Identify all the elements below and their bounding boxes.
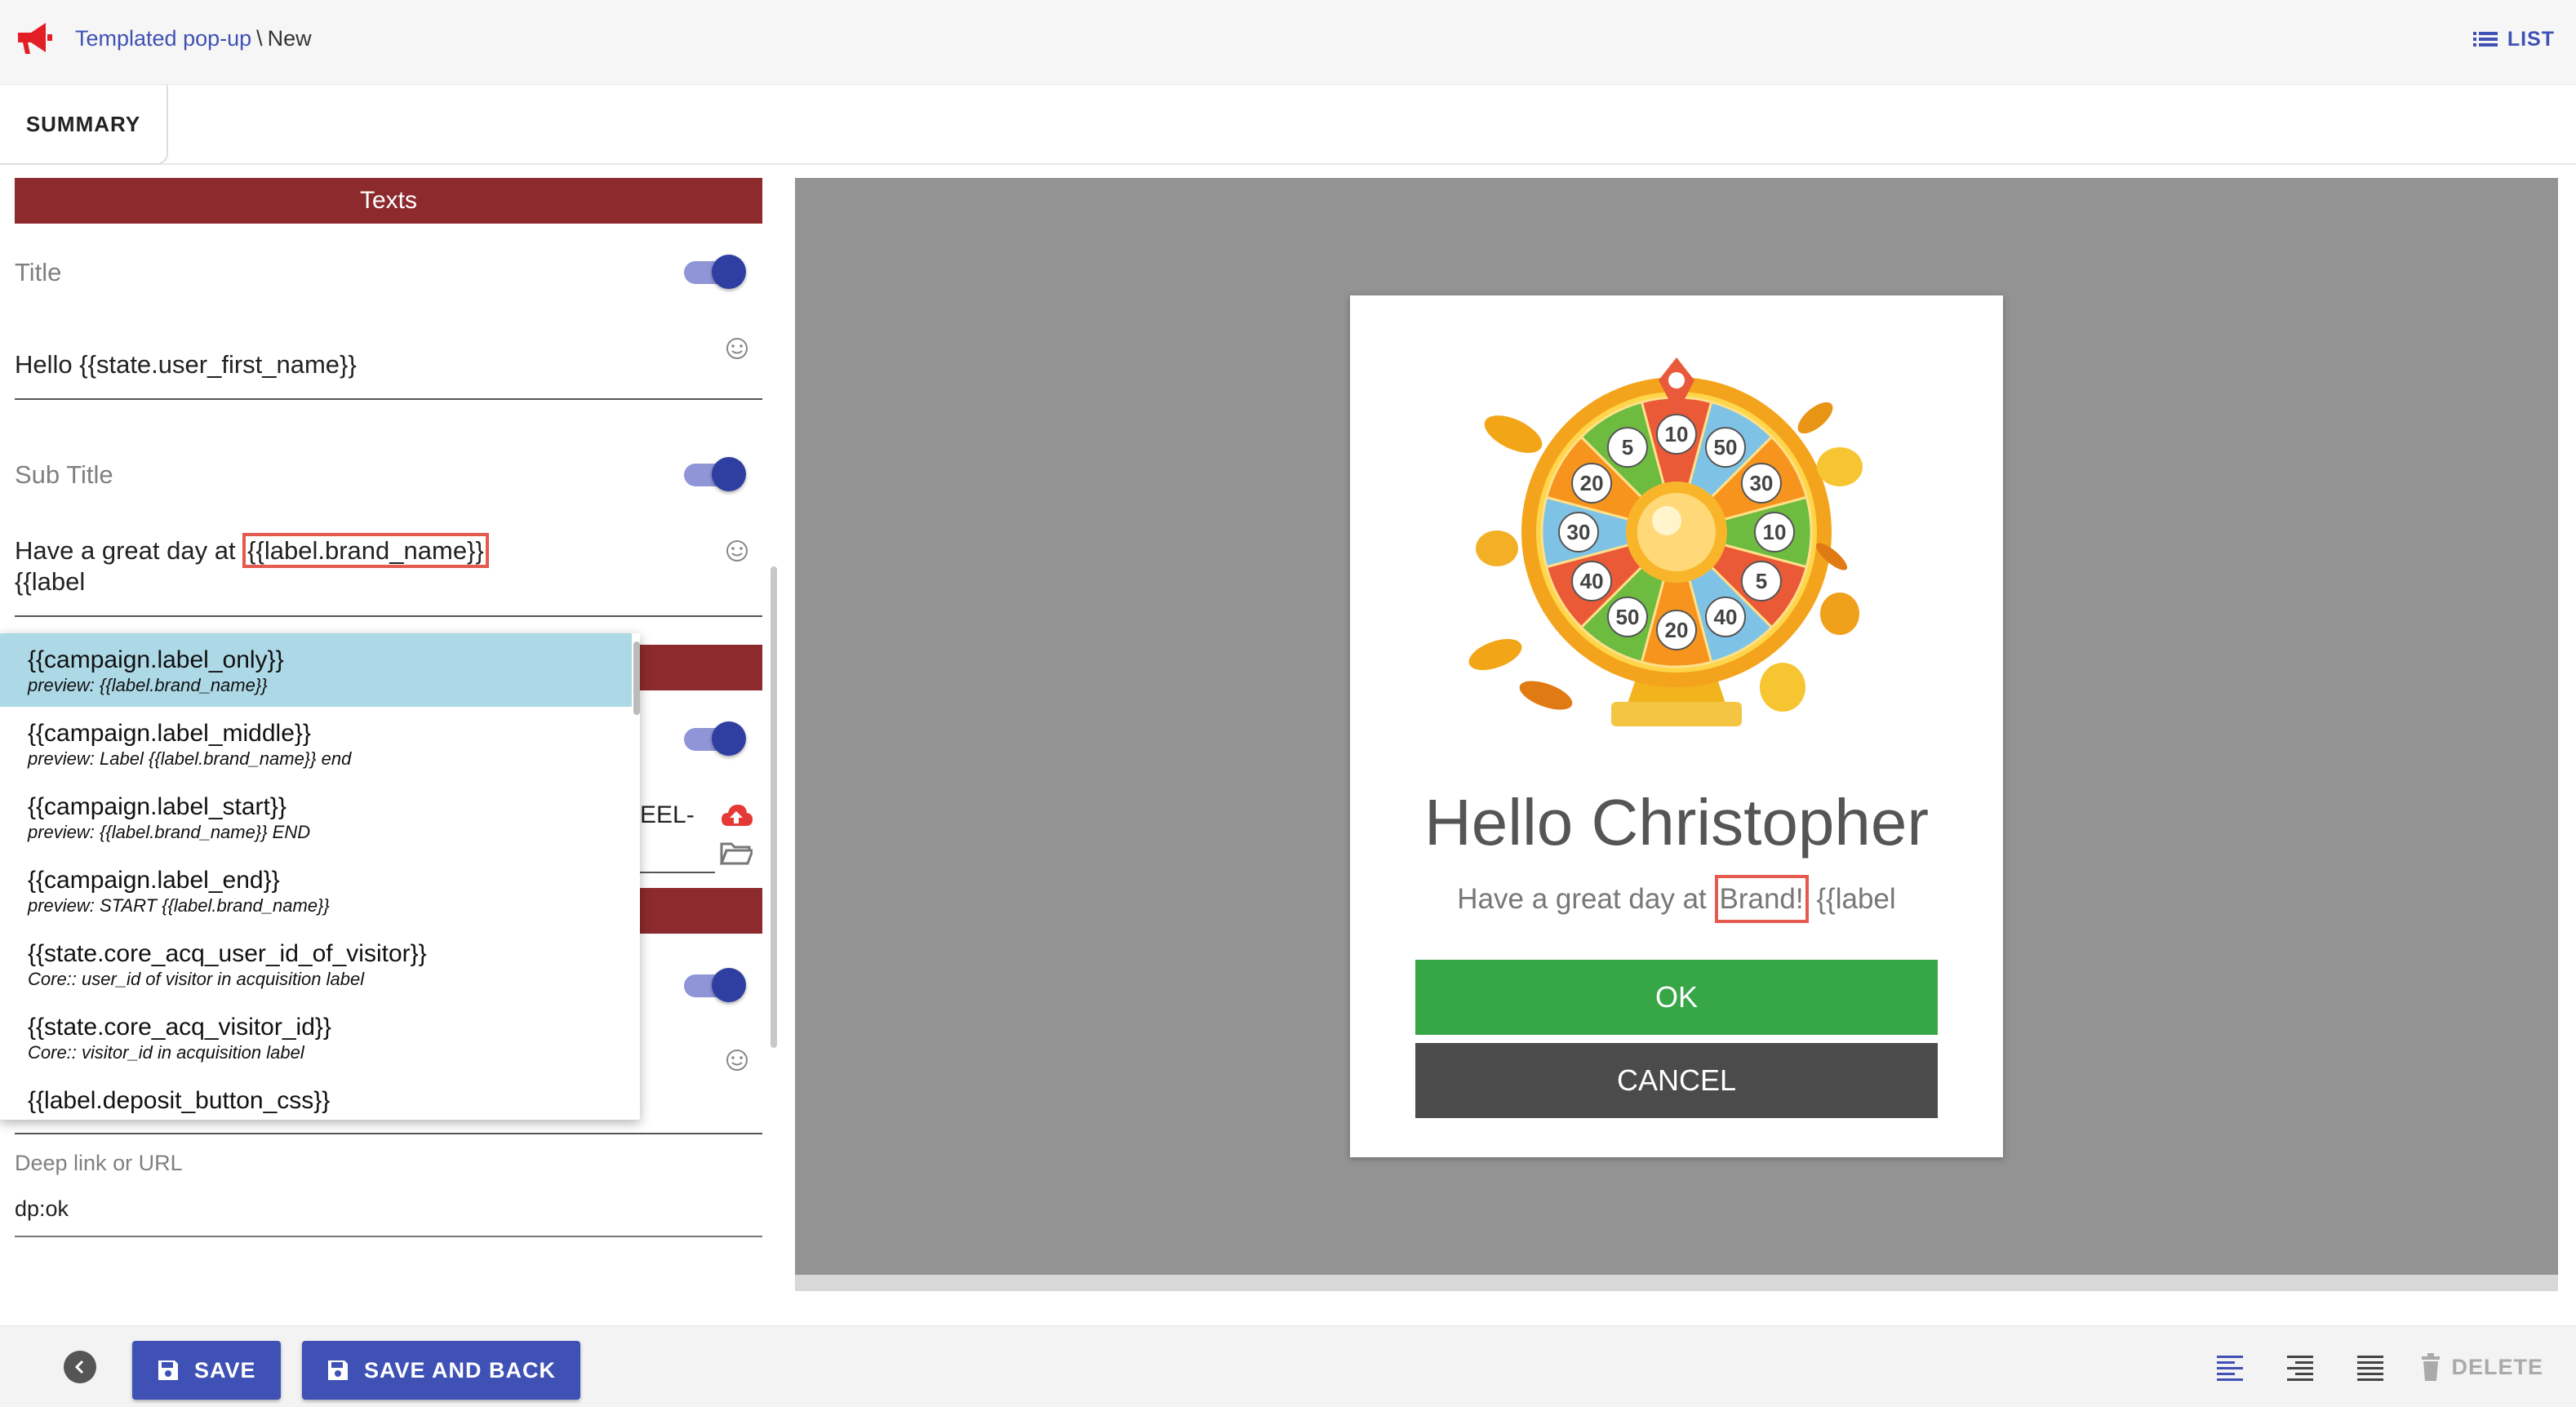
deep-link-label: Deep link or URL — [15, 1151, 183, 1175]
megaphone-icon[interactable] — [13, 18, 54, 59]
dropdown-scrollbar[interactable] — [633, 641, 640, 715]
option-description: Core:: user_id of visitor in acquisition… — [28, 969, 365, 989]
option-name: {{label.deposit_button_css}} — [28, 1087, 331, 1114]
option-name: {{state.core_acq_user_id_of_visitor}} — [28, 940, 427, 967]
subtitle-input-line2: {{label — [15, 567, 86, 596]
image-url-partial: EEL- — [640, 801, 695, 828]
popup-preview: 10 50 30 10 5 40 20 50 40 30 20 5 Hello Christopher… — [1350, 295, 2003, 1157]
cloud-upload-icon[interactable] — [720, 803, 753, 829]
wheel-number: 5 — [1756, 569, 1767, 593]
autocomplete-option[interactable]: {{state.core_acq_visitor_id}} Core:: vis… — [0, 1001, 640, 1074]
save-button[interactable]: SAVE — [132, 1341, 281, 1400]
emoji-picker-icon[interactable] — [725, 1048, 749, 1072]
save-and-back-button[interactable]: SAVE AND BACK — [302, 1341, 581, 1400]
delete-label: DELETE — [2451, 1354, 2543, 1379]
wheel-number: 30 — [1567, 520, 1591, 544]
list-label: LIST — [2507, 27, 2555, 51]
delete-button[interactable]: DELETE — [2420, 1351, 2543, 1383]
app-header: Templated pop-up \ New LIST — [0, 0, 2576, 85]
subtitle-input[interactable]: Have a great day at {{label.brand_name}}… — [15, 533, 762, 617]
wheel-number: 20 — [1580, 471, 1604, 495]
list-button[interactable]: LIST — [2472, 23, 2555, 55]
back-button[interactable] — [64, 1351, 96, 1383]
panel-scrollbar[interactable] — [771, 566, 777, 1048]
floppy-disk-icon — [326, 1359, 349, 1382]
popup-subtitle-suffix: {{label — [1808, 883, 1896, 915]
wheel-number: 40 — [1714, 605, 1738, 629]
save-label: SAVE — [194, 1357, 256, 1383]
wheel-number: 40 — [1580, 569, 1604, 593]
trash-icon — [2420, 1353, 2441, 1381]
title-label: Title — [15, 258, 62, 286]
breadcrumb-current: New — [267, 26, 312, 51]
autocomplete-option[interactable]: {{campaign.label_end}} preview: START {{… — [0, 854, 640, 927]
option-name: {{campaign.label_middle}} — [28, 720, 311, 747]
title-input-value: Hello {{state.user_first_name}} — [15, 350, 357, 379]
autocomplete-option[interactable]: {{campaign.label_middle}} preview: Label… — [0, 707, 640, 780]
preview-scrollbar[interactable] — [795, 1275, 2558, 1291]
deep-link-underline — [15, 1236, 762, 1237]
autocomplete-option[interactable]: {{campaign.label_start}} preview: {{labe… — [0, 780, 640, 854]
option-description: preview: Label {{label.brand_name}} end — [28, 748, 352, 769]
align-left-icon[interactable] — [2214, 1351, 2246, 1383]
list-icon — [2472, 29, 2498, 49]
deep-link-input[interactable]: dp:ok — [15, 1196, 69, 1222]
floppy-disk-icon — [157, 1359, 180, 1382]
wheel-number: 10 — [1763, 520, 1787, 544]
align-right-icon[interactable] — [2284, 1351, 2316, 1383]
option-name: {{campaign.label_only}} — [28, 646, 284, 673]
popup-title: Hello Christopher — [1423, 786, 1930, 859]
option-description: preview: {{label.brand_name}} END — [28, 822, 311, 842]
tab-summary[interactable]: SUMMARY — [0, 85, 168, 165]
wheel-number: 20 — [1665, 618, 1689, 642]
wheel-number: 5 — [1622, 435, 1633, 459]
autocomplete-option[interactable]: {{state.core_acq_user_id_of_visitor}} Co… — [0, 927, 640, 1001]
title-input[interactable]: Hello {{state.user_first_name}} — [15, 346, 762, 400]
breadcrumb: Templated pop-up \ New — [75, 24, 312, 52]
wheel-number: 50 — [1714, 435, 1738, 459]
title-toggle[interactable] — [684, 251, 746, 291]
popup-subtitle-prefix: Have a great day at — [1457, 883, 1715, 915]
prize-wheel-illustration: 10 50 30 10 5 40 20 50 40 30 20 5 — [1468, 357, 1863, 726]
wheel-number: 10 — [1665, 422, 1689, 446]
section-header-texts[interactable]: Texts — [15, 178, 762, 224]
chevron-left-icon — [72, 1359, 88, 1375]
wheel-number: 30 — [1749, 471, 1773, 495]
subtitle-label: Sub Title — [15, 460, 113, 489]
tab-bar: SUMMARY — [0, 85, 2576, 165]
option-name: {{campaign.label_start}} — [28, 793, 286, 820]
autocomplete-option[interactable]: {{campaign.label_only}} preview: {{label… — [0, 633, 632, 707]
save-and-back-label: SAVE AND BACK — [364, 1357, 557, 1383]
breadcrumb-separator: \ — [256, 26, 263, 51]
autocomplete-option[interactable]: {{label.deposit_button_css}} — [0, 1074, 640, 1120]
footer-toolbar: SAVE SAVE AND BACK DELETE — [0, 1325, 2576, 1407]
image-url-underline — [640, 872, 715, 873]
option-name: {{campaign.label_end}} — [28, 867, 280, 894]
subtitle-input-line1: Have a great day at {{label.brand_name}} — [15, 533, 762, 568]
subtitle-toggle[interactable] — [684, 454, 746, 493]
subtitle-prefix: Have a great day at — [15, 536, 243, 565]
align-justify-icon[interactable] — [2354, 1351, 2387, 1383]
popup-subtitle: Have a great day at Brand! {{label — [1350, 875, 2003, 923]
button-toggle[interactable] — [684, 965, 746, 1004]
option-description: preview: START {{label.brand_name}} — [28, 895, 330, 916]
option-description: Core:: visitor_id in acquisition label — [28, 1042, 304, 1063]
folder-open-icon[interactable] — [720, 841, 753, 867]
subtitle-highlighted-tag: {{label.brand_name}} — [242, 533, 489, 568]
popup-subtitle-brand: Brand! — [1714, 875, 1809, 923]
popup-ok-button[interactable]: OK — [1415, 960, 1938, 1035]
wheel-number: 50 — [1616, 605, 1640, 629]
image-toggle[interactable] — [684, 718, 746, 757]
breadcrumb-link-templated-popup[interactable]: Templated pop-up — [75, 26, 251, 51]
popup-cancel-button[interactable]: CANCEL — [1415, 1043, 1938, 1118]
option-name: {{state.core_acq_visitor_id}} — [28, 1014, 331, 1041]
autocomplete-dropdown[interactable]: {{campaign.label_only}} preview: {{label… — [0, 633, 640, 1120]
option-description: preview: {{label.brand_name}} — [28, 675, 268, 695]
button-input-underline — [15, 1133, 762, 1134]
